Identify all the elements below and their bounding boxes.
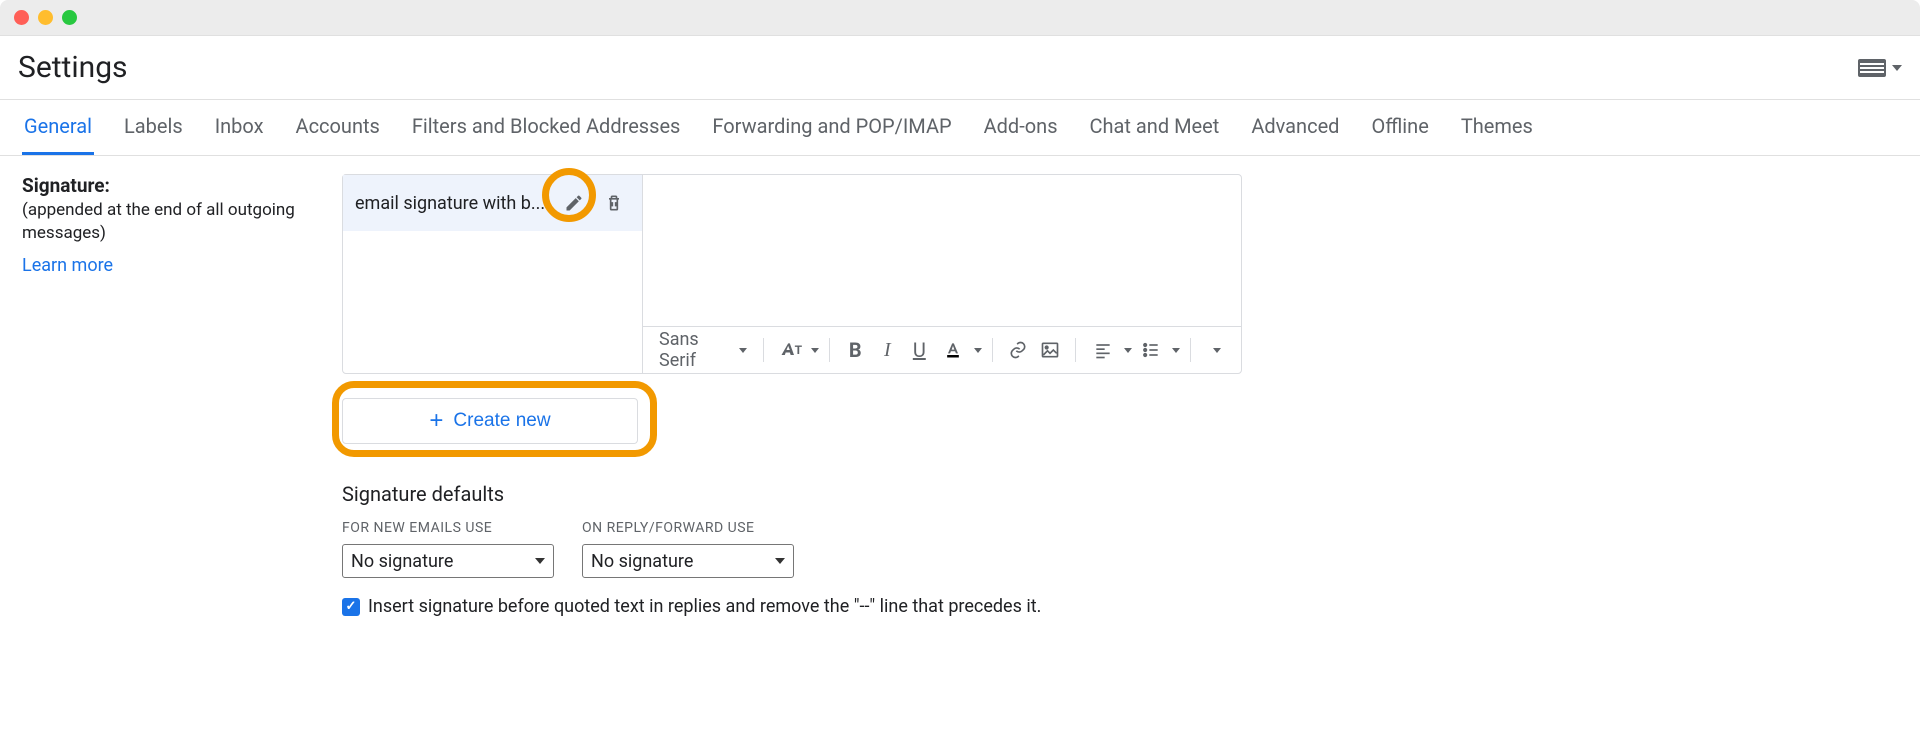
chevron-down-icon [739, 348, 747, 353]
insert-image-button[interactable] [1035, 335, 1065, 365]
window-close-icon[interactable] [14, 10, 29, 25]
text-color-icon [943, 340, 963, 360]
text-color-button[interactable] [936, 335, 970, 365]
create-new-label: Create new [453, 410, 550, 432]
on-reply-label: ON REPLY/FORWARD USE [582, 520, 794, 536]
tab-offline[interactable]: Offline [1369, 100, 1430, 155]
font-size-button[interactable]: T [773, 335, 807, 365]
edit-signature-button[interactable] [558, 187, 590, 219]
signature-item-name: email signature with b... [355, 193, 550, 214]
list-button[interactable] [1134, 335, 1168, 365]
settings-header: Settings [0, 36, 1920, 99]
window-maximize-icon[interactable] [62, 10, 77, 25]
window-minimize-icon[interactable] [38, 10, 53, 25]
signature-item[interactable]: email signature with b... [343, 175, 642, 231]
on-reply-value: No signature [591, 551, 693, 572]
signature-editor: email signature with b... Sans Serif [342, 174, 1242, 374]
on-reply-select[interactable]: No signature [582, 544, 794, 578]
chevron-down-icon [535, 558, 545, 564]
link-icon [1008, 340, 1028, 360]
font-family-button[interactable]: Sans Serif [653, 335, 753, 365]
create-new-signature-button[interactable]: + Create new [342, 398, 638, 444]
tab-advanced[interactable]: Advanced [1249, 100, 1341, 155]
chevron-down-icon [775, 558, 785, 564]
for-new-emails-select[interactable]: No signature [342, 544, 554, 578]
window-titlebar [0, 0, 1920, 36]
tab-chat[interactable]: Chat and Meet [1088, 100, 1222, 155]
underline-button[interactable]: U [904, 335, 934, 365]
insert-signature-label: Insert signature before quoted text in r… [368, 596, 1041, 617]
chevron-down-icon[interactable] [974, 348, 982, 353]
input-tools-dropdown-icon[interactable] [1892, 65, 1902, 71]
tab-filters[interactable]: Filters and Blocked Addresses [410, 100, 683, 155]
tab-themes[interactable]: Themes [1459, 100, 1535, 155]
signature-learn-more-link[interactable]: Learn more [22, 255, 113, 276]
insert-link-button[interactable] [1003, 335, 1033, 365]
tab-general[interactable]: General [22, 100, 94, 155]
pencil-icon [564, 193, 584, 213]
chevron-down-icon[interactable] [1124, 348, 1132, 353]
signature-editor-body[interactable] [643, 175, 1241, 326]
insert-signature-checkbox[interactable]: ✓ [342, 598, 360, 616]
font-family-label: Sans Serif [659, 329, 729, 371]
plus-icon: + [429, 409, 443, 433]
bulleted-list-icon [1141, 340, 1161, 360]
signature-list: email signature with b... [343, 175, 643, 373]
italic-button[interactable]: I [872, 335, 902, 365]
chevron-down-icon [1213, 348, 1221, 353]
signature-label: Signature: [22, 174, 322, 197]
delete-signature-button[interactable] [598, 187, 630, 219]
bold-button[interactable]: B [840, 335, 870, 365]
for-new-emails-label: FOR NEW EMAILS USE [342, 520, 554, 536]
align-left-icon [1093, 340, 1113, 360]
settings-tabs: General Labels Inbox Accounts Filters an… [0, 99, 1920, 156]
for-new-emails-value: No signature [351, 551, 453, 572]
trash-icon [604, 193, 624, 213]
tab-forwarding[interactable]: Forwarding and POP/IMAP [710, 100, 953, 155]
page-title: Settings [18, 50, 128, 85]
tab-addons[interactable]: Add-ons [982, 100, 1060, 155]
tab-accounts[interactable]: Accounts [294, 100, 382, 155]
chevron-down-icon[interactable] [1172, 348, 1180, 353]
tab-inbox[interactable]: Inbox [213, 100, 266, 155]
image-icon [1040, 340, 1060, 360]
signature-defaults-heading: Signature defaults [342, 482, 1242, 506]
more-formatting-button[interactable] [1201, 335, 1231, 365]
input-tools-icon[interactable] [1858, 59, 1886, 77]
signature-toolbar: Sans Serif T B I U [643, 326, 1241, 373]
tab-labels[interactable]: Labels [122, 100, 185, 155]
align-button[interactable] [1086, 335, 1120, 365]
signature-sublabel: (appended at the end of all outgoing mes… [22, 199, 322, 245]
chevron-down-icon[interactable] [811, 348, 819, 353]
